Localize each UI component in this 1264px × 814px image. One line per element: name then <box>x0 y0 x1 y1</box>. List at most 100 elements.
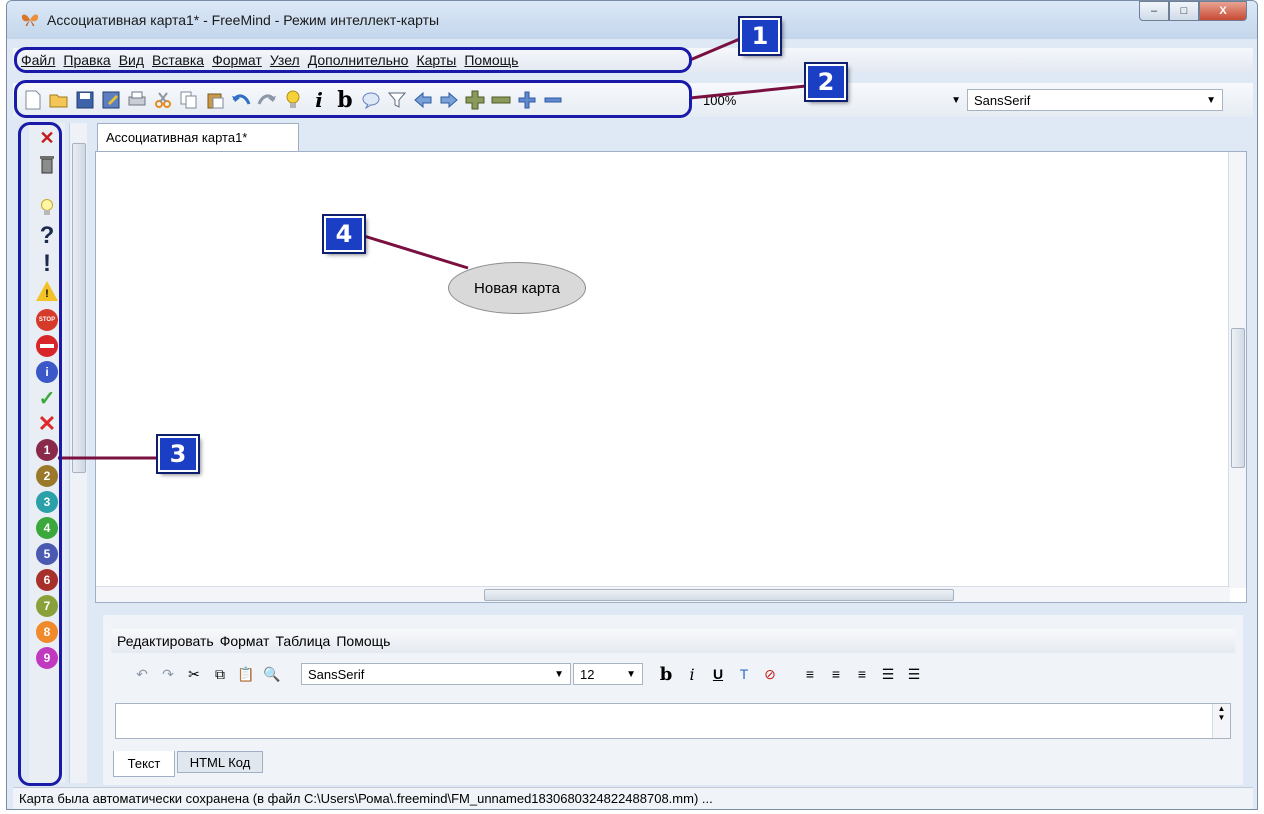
menu-edit[interactable]: Правка <box>59 52 114 68</box>
numbered-list-icon[interactable]: ☰ <box>901 666 927 683</box>
icon-toolbar-scrollbar[interactable] <box>69 123 87 783</box>
minus-big-icon[interactable] <box>489 88 513 112</box>
editor-toolbar: ↶ ↷ ✂ ⧉ 📋 🔍 SansSerif ▼ 12 ▼ b i U T ⊘ ≡… <box>111 659 927 689</box>
priority-3-icon[interactable]: 3 <box>36 491 58 513</box>
priority-1-icon[interactable]: 1 <box>36 439 58 461</box>
priority-9-icon[interactable]: 9 <box>36 647 58 669</box>
no-entry-icon[interactable] <box>36 335 58 357</box>
align-center-icon[interactable]: ≡ <box>823 666 849 682</box>
priority-7-icon[interactable]: 7 <box>36 595 58 617</box>
editor-size-value: 12 <box>580 666 595 682</box>
priority-2-icon[interactable]: 2 <box>36 465 58 487</box>
plus-icon[interactable] <box>515 88 539 112</box>
chevron-down-icon: ▼ <box>951 94 961 106</box>
priority-5-icon[interactable]: 5 <box>36 543 58 565</box>
cut-icon[interactable]: ✂ <box>181 666 207 683</box>
priority-4-icon[interactable]: 4 <box>36 517 58 539</box>
menu-view[interactable]: Вид <box>115 52 148 68</box>
info-icon[interactable]: i <box>36 361 58 383</box>
menu-insert[interactable]: Вставка <box>148 52 208 68</box>
exclamation-icon[interactable]: ! <box>36 250 58 277</box>
clear-format-icon[interactable]: ⊘ <box>757 666 783 683</box>
new-icon[interactable] <box>21 88 45 112</box>
underline-button[interactable]: U <box>705 666 731 682</box>
idea-icon[interactable] <box>281 88 305 112</box>
editor-menu-help[interactable]: Помощь <box>336 633 390 649</box>
find-icon[interactable]: 🔍 <box>259 666 285 683</box>
stop-icon[interactable]: STOP <box>36 309 58 331</box>
italic-label: i <box>315 88 323 112</box>
editor-font-select[interactable]: SansSerif ▼ <box>301 663 571 685</box>
zoom-value: 100% <box>703 92 737 108</box>
bold-button[interactable]: b <box>653 664 679 685</box>
redo-icon[interactable] <box>255 88 279 112</box>
copy-icon[interactable] <box>177 88 201 112</box>
callout-badge-2: 2 <box>806 64 846 100</box>
scroll-thumb[interactable] <box>1231 328 1245 468</box>
scroll-thumb[interactable] <box>484 589 954 601</box>
editor-menu-edit[interactable]: Редактировать <box>117 633 214 649</box>
check-icon[interactable]: ✓ <box>36 387 58 410</box>
status-bar: Карта была автоматически сохранена (в фа… <box>13 787 1253 809</box>
save-icon[interactable] <box>73 88 97 112</box>
undo-icon[interactable] <box>229 88 253 112</box>
question-icon[interactable]: ? <box>36 222 58 249</box>
cross-icon[interactable]: ✕ <box>36 411 58 436</box>
forward-icon[interactable] <box>437 88 461 112</box>
menu-format[interactable]: Формат <box>208 52 266 68</box>
font-select[interactable]: SansSerif ▼ <box>967 89 1223 111</box>
print-icon[interactable] <box>125 88 149 112</box>
plus-big-icon[interactable] <box>463 88 487 112</box>
editor-size-select[interactable]: 12 ▼ <box>573 663 643 685</box>
menu-tools[interactable]: Дополнительно <box>304 52 413 68</box>
minus-icon[interactable] <box>541 88 565 112</box>
scroll-thumb[interactable] <box>72 143 86 473</box>
priority-8-icon[interactable]: 8 <box>36 621 58 643</box>
italic-icon[interactable]: i <box>307 88 331 112</box>
root-node[interactable]: Новая карта <box>448 262 586 314</box>
map-horizontal-scrollbar[interactable] <box>96 586 1230 602</box>
map-vertical-scrollbar[interactable] <box>1228 152 1246 588</box>
trash-icon[interactable] <box>36 153 58 175</box>
mind-map-canvas[interactable]: Новая карта <box>95 151 1247 603</box>
chevron-down-icon: ▼ <box>626 668 636 680</box>
menu-file[interactable]: Файл <box>17 52 59 68</box>
save-as-icon[interactable] <box>99 88 123 112</box>
menu-maps[interactable]: Карты <box>412 52 460 68</box>
bullet-list-icon[interactable]: ☰ <box>875 666 901 683</box>
text-color-icon[interactable]: T <box>731 666 757 682</box>
bold-label: b <box>337 87 353 113</box>
align-right-icon[interactable]: ≡ <box>849 666 875 682</box>
editor-menu-format[interactable]: Формат <box>220 633 270 649</box>
close-button[interactable]: X <box>1199 1 1247 21</box>
bulb-icon[interactable] <box>36 197 58 219</box>
tab-html[interactable]: HTML Код <box>177 751 263 773</box>
redo-icon[interactable]: ↷ <box>155 666 181 683</box>
note-text-area[interactable]: ▲ ▼ <box>115 703 1231 739</box>
open-icon[interactable] <box>47 88 71 112</box>
italic-button[interactable]: i <box>679 665 705 684</box>
align-left-icon[interactable]: ≡ <box>797 666 823 682</box>
cut-icon[interactable] <box>151 88 175 112</box>
remove-icon[interactable]: ✕ <box>36 127 58 149</box>
window-title: Ассоциативная карта1* - FreeMind - Режим… <box>47 12 440 28</box>
tab-map[interactable]: Ассоциативная карта1* <box>97 123 299 151</box>
paste-icon[interactable] <box>203 88 227 112</box>
filter-icon[interactable] <box>385 88 409 112</box>
warning-icon[interactable]: ! <box>36 281 58 301</box>
title-bar: Ассоциативная карта1* - FreeMind - Режим… <box>7 1 1257 39</box>
menu-node[interactable]: Узел <box>266 52 304 68</box>
bold-icon[interactable]: b <box>333 87 357 113</box>
tab-text[interactable]: Текст <box>113 751 175 777</box>
menu-help[interactable]: Помощь <box>460 52 522 68</box>
editor-menu-table[interactable]: Таблица <box>275 633 330 649</box>
paste-icon[interactable]: 📋 <box>233 666 259 683</box>
cloud-icon[interactable] <box>359 88 383 112</box>
copy-icon[interactable]: ⧉ <box>207 666 233 683</box>
note-scrollbar[interactable]: ▲ ▼ <box>1212 704 1230 738</box>
minimize-button[interactable]: – <box>1139 1 1169 21</box>
undo-icon[interactable]: ↶ <box>129 666 155 683</box>
back-icon[interactable] <box>411 88 435 112</box>
priority-6-icon[interactable]: 6 <box>36 569 58 591</box>
maximize-button[interactable]: □ <box>1169 1 1199 21</box>
